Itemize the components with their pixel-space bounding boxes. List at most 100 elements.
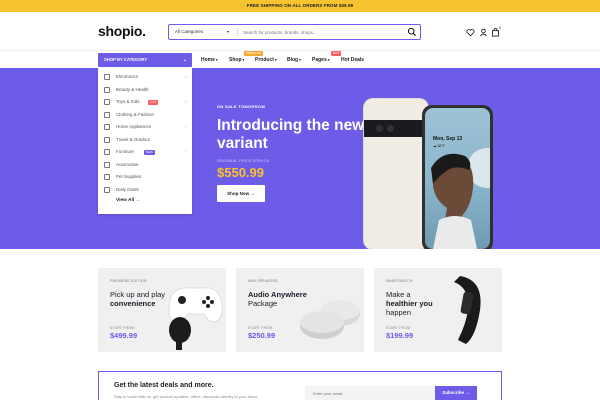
site-logo[interactable]: shopio. xyxy=(98,23,146,39)
new-tag: NEW xyxy=(144,149,155,155)
nav-hot-deals[interactable]: Hot Deals xyxy=(341,54,364,66)
main-nav: SHOP BY CATEGORY ⌄ Home▾ POPULAR Shop▾ P… xyxy=(0,50,600,68)
view-all-label: View All xyxy=(116,198,135,203)
clothing-icon xyxy=(104,111,110,118)
nav-blog-label: Blog xyxy=(287,57,299,63)
hot-tag: HOT xyxy=(148,99,159,105)
promo-start-label: START FROM xyxy=(386,326,411,330)
shipping-banner: FREE SHIPPING ON ALL ORDERS FROM $59.99 xyxy=(0,0,600,12)
category-item-daily-deals[interactable]: Daily Deals xyxy=(104,185,188,195)
search-divider xyxy=(237,28,238,36)
shop-by-category-button[interactable]: SHOP BY CATEGORY ⌄ xyxy=(98,53,192,67)
nav-pages[interactable]: HOT Pages▾ xyxy=(312,51,342,66)
camera-lens xyxy=(376,125,383,132)
nav-product-label: Product xyxy=(255,57,274,63)
caret-down-icon: ▾ xyxy=(299,58,301,62)
travel-icon xyxy=(104,136,110,143)
category-item-furniture[interactable]: Furniture NEW › xyxy=(104,147,188,157)
category-button-label: SHOP BY CATEGORY xyxy=(104,57,148,62)
category-select[interactable]: All Categories xyxy=(175,25,235,39)
nav-blog[interactable]: Blog▾ xyxy=(287,54,301,66)
wishlist-heart-icon[interactable] xyxy=(466,28,475,37)
caret-down-icon: ▾ xyxy=(274,58,277,62)
nav-shop-label: Shop xyxy=(229,57,242,63)
search-bar: All Categories ▾ xyxy=(168,24,421,40)
category-item-electronics[interactable]: Electronics › xyxy=(104,72,188,82)
appliance-icon xyxy=(104,124,110,130)
fitness-band-image xyxy=(454,276,481,344)
category-item-home-appliances[interactable]: Home Appliances › xyxy=(104,122,188,132)
promo-kicker: SMARTWATCH xyxy=(386,279,413,283)
promo-card-speakers[interactable]: MINI SPEAKERS Audio Anywhere Package STA… xyxy=(236,268,364,352)
caret-down-icon: ▾ xyxy=(215,58,218,62)
pet-icon xyxy=(104,174,110,180)
user-account-icon[interactable] xyxy=(479,28,488,37)
search-input[interactable] xyxy=(243,25,403,39)
hero-banner: ON SALE TOMORROW Introducing the new var… xyxy=(0,68,600,249)
category-item-clothing[interactable]: Clothing & Fashion xyxy=(104,110,188,120)
promo-price: $250.99 xyxy=(248,331,276,340)
electronics-icon xyxy=(104,74,110,80)
email-field[interactable] xyxy=(305,386,435,400)
hot-badge: HOT xyxy=(331,51,342,56)
portrait-illustration xyxy=(431,148,490,249)
chevron-down-icon: ⌄ xyxy=(182,57,187,63)
beauty-icon xyxy=(104,86,110,93)
category-label: Furniture xyxy=(116,149,135,154)
shop-now-button[interactable]: Shop Now → xyxy=(217,185,265,202)
nav-product[interactable]: Product▾ xyxy=(255,54,277,66)
view-all-link[interactable]: View All → xyxy=(116,198,140,203)
phone-back-image xyxy=(364,99,428,249)
search-icon[interactable] xyxy=(407,27,417,37)
category-label: Daily Deals xyxy=(116,186,139,192)
category-label: Toys & Kids xyxy=(116,99,140,104)
camera-lens xyxy=(387,125,394,132)
promo-kicker: MINI SPEAKERS xyxy=(248,279,278,283)
phone-front-image: Mon, Sep 13 ☁ 68°F xyxy=(422,105,493,249)
newsletter-subtitle: Stay in touch with us, get product updat… xyxy=(114,394,258,399)
newsletter-title: Get the latest deals and more. xyxy=(114,382,214,389)
category-item-travel[interactable]: Travel & Outdoor xyxy=(104,135,188,145)
subscribe-button[interactable]: Subscribe → xyxy=(435,386,477,400)
toys-icon xyxy=(104,99,110,105)
cart-count-badge: 0 xyxy=(499,26,501,30)
hero-kicker: ON SALE TOMORROW xyxy=(217,104,266,109)
chevron-right-icon: › xyxy=(184,124,186,129)
phone-screen: Mon, Sep 13 ☁ 68°F xyxy=(425,108,490,249)
chevron-right-icon: › xyxy=(184,149,186,154)
arrow-right-icon: → xyxy=(250,191,255,196)
nav-home[interactable]: Home▾ xyxy=(201,54,218,66)
caret-down-icon: ▾ xyxy=(242,58,245,62)
deals-icon xyxy=(104,186,110,193)
category-item-beauty[interactable]: Beauty & Health xyxy=(104,85,188,95)
category-item-pet-supplies[interactable]: Pet Supplies xyxy=(104,172,188,182)
nav-shop[interactable]: POPULAR Shop▾ xyxy=(229,51,263,66)
game-controller-image xyxy=(168,287,223,350)
original-price: ORIGINAL PRICE $799.00 xyxy=(217,158,270,163)
site-header: shopio. All Categories ▾ 0 xyxy=(0,12,600,50)
category-label: Automotive xyxy=(116,161,139,167)
promo-card-smartwatch[interactable]: SMARTWATCH Make a healthier you happen S… xyxy=(374,268,502,352)
promo-card-controller[interactable]: PREMIERE EDITION Pick up and play conven… xyxy=(98,268,226,352)
promo-title: Pick up and play convenience xyxy=(110,290,165,308)
category-label: Beauty & Health xyxy=(116,86,149,92)
promo-start-label: START FROM xyxy=(248,326,273,330)
subscribe-label: Subscribe xyxy=(442,390,464,395)
category-label: Clothing & Fashion xyxy=(116,111,155,117)
category-label: Travel & Outdoor xyxy=(116,136,151,142)
speakers-image xyxy=(300,300,360,339)
hero-title: Introducing the new variant xyxy=(217,117,365,152)
promo-title-bold: healthier you xyxy=(386,299,433,308)
chevron-right-icon: › xyxy=(184,74,186,79)
promo-title-line: Pick up and play xyxy=(110,290,166,299)
category-item-automotive[interactable]: Automotive xyxy=(104,160,188,170)
nav-home-label: Home xyxy=(201,57,215,63)
category-item-toys[interactable]: Toys & Kids HOT › xyxy=(104,97,188,107)
caret-down-icon: ▾ xyxy=(327,58,330,62)
category-menu: Electronics › Beauty & Health Toys & Kid… xyxy=(98,68,192,214)
hero-price: $550.99 xyxy=(217,165,264,180)
shop-now-label: Shop Now xyxy=(227,191,250,196)
promo-title-line: happen xyxy=(386,308,412,317)
category-label: Electronics xyxy=(116,74,139,79)
promo-title-line: Package xyxy=(248,299,278,308)
